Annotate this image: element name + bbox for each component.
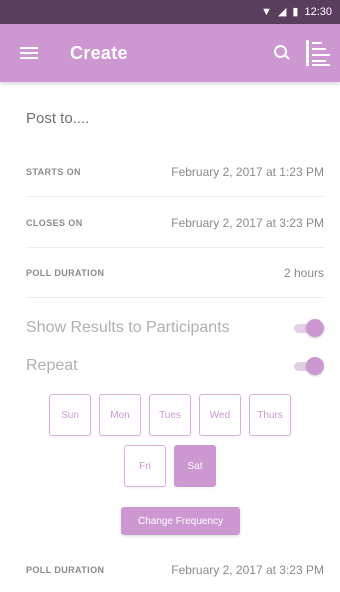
status-time: 12:30 xyxy=(304,6,332,18)
day-mon[interactable]: Mon xyxy=(99,394,141,436)
closes-on-row[interactable]: CLOSES ON February 2, 2017 at 3:23 PM xyxy=(26,199,324,248)
poll-duration-label: POLL DURATION xyxy=(26,268,105,278)
day-picker-row-1: Sun Mon Tues Wed Thurs xyxy=(0,394,340,436)
page-title: Create xyxy=(70,42,128,63)
day-tues[interactable]: Tues xyxy=(149,394,191,436)
filter-icon[interactable] xyxy=(306,40,330,66)
day-sun[interactable]: Sun xyxy=(49,394,91,436)
poll-duration-row[interactable]: POLL DURATION 2 hours xyxy=(26,249,324,298)
starts-on-row[interactable]: STARTS ON February 2, 2017 at 1:23 PM xyxy=(26,148,324,197)
wifi-icon: ▼ xyxy=(261,5,272,18)
post-to-field[interactable]: Post to.... xyxy=(26,110,89,127)
change-frequency-button[interactable]: Change Frequency xyxy=(121,507,240,535)
hamburger-icon[interactable] xyxy=(20,46,38,60)
repeat-toggle[interactable] xyxy=(292,356,324,376)
search-icon[interactable] xyxy=(274,45,290,61)
repeat-label: Repeat xyxy=(26,357,78,374)
day-fri[interactable]: Fri xyxy=(124,445,166,487)
battery-icon: ▮ xyxy=(292,5,299,18)
repeat-row: Repeat xyxy=(26,356,324,376)
day-thurs[interactable]: Thurs xyxy=(249,394,291,436)
signal-icon: ◢ xyxy=(277,5,287,18)
show-results-label: Show Results to Participants xyxy=(26,319,230,336)
day-wed[interactable]: Wed xyxy=(199,394,241,436)
footer-poll-duration-label: POLL DURATION xyxy=(26,565,105,575)
show-results-toggle[interactable] xyxy=(292,318,324,338)
app-bar: Create xyxy=(0,24,340,82)
footer-poll-duration-row[interactable]: POLL DURATION February 2, 2017 at 3:23 P… xyxy=(26,548,324,592)
day-picker-row-2: Fri Sat xyxy=(0,445,340,487)
starts-on-label: STARTS ON xyxy=(26,167,81,177)
closes-on-value[interactable]: February 2, 2017 at 3:23 PM xyxy=(171,216,324,230)
closes-on-label: CLOSES ON xyxy=(26,218,83,228)
status-bar: ▼ ◢ ▮ 12:30 xyxy=(0,0,340,24)
day-sat[interactable]: Sat xyxy=(174,445,216,487)
show-results-row: Show Results to Participants xyxy=(26,318,324,338)
poll-duration-value[interactable]: 2 hours xyxy=(284,266,324,280)
starts-on-value[interactable]: February 2, 2017 at 1:23 PM xyxy=(171,165,324,179)
footer-poll-duration-value[interactable]: February 2, 2017 at 3:23 PM xyxy=(171,563,324,577)
